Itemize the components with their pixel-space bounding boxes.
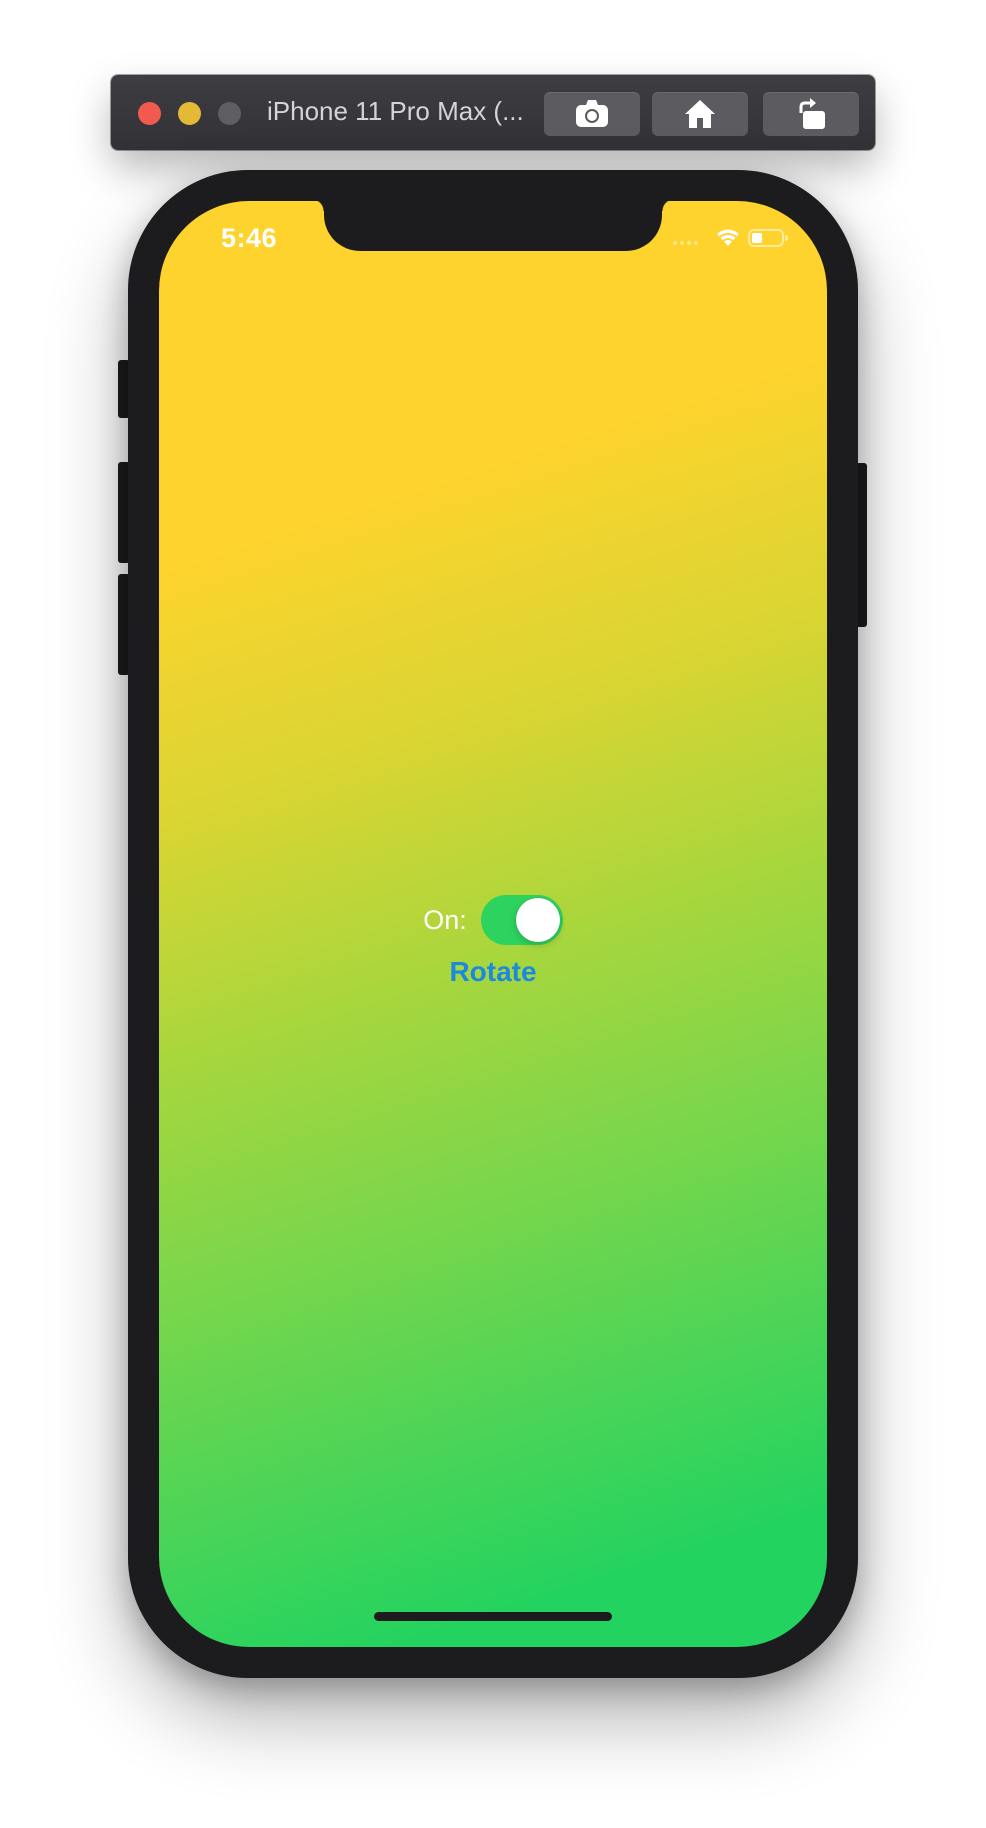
simulator-title-bar: iPhone 11 Pro Max (...: [111, 75, 875, 150]
minimize-window-button[interactable]: [178, 102, 201, 125]
iphone-frame: 5:46 On: Rotate: [128, 170, 858, 1678]
home-icon: [685, 100, 715, 128]
on-toggle-switch[interactable]: [480, 895, 563, 945]
home-indicator[interactable]: [374, 1612, 612, 1621]
home-button[interactable]: [652, 92, 748, 136]
app-screen: 5:46 On: Rotate: [159, 201, 827, 1647]
close-window-button[interactable]: [138, 102, 161, 125]
zoom-window-button: [218, 102, 241, 125]
toggle-knob: [515, 898, 560, 942]
camera-icon: [576, 100, 608, 127]
screenshot-button[interactable]: [544, 92, 640, 136]
window-title: iPhone 11 Pro Max (...: [267, 96, 524, 126]
switch-row: On:: [159, 895, 827, 945]
notch: [312, 201, 674, 251]
wifi-icon: [717, 229, 739, 246]
rotate-icon: [799, 98, 825, 129]
simulator-stage: iPhone 11 Pro Max (... 5:46 On: Rotate: [0, 0, 986, 1828]
rotate-button[interactable]: Rotate: [159, 956, 827, 988]
battery-icon: [748, 229, 788, 247]
status-time: 5:46: [221, 223, 278, 253]
cellular-dots-icon: [673, 241, 698, 245]
rotate-device-button[interactable]: [763, 92, 859, 136]
switch-label: On:: [423, 904, 467, 935]
